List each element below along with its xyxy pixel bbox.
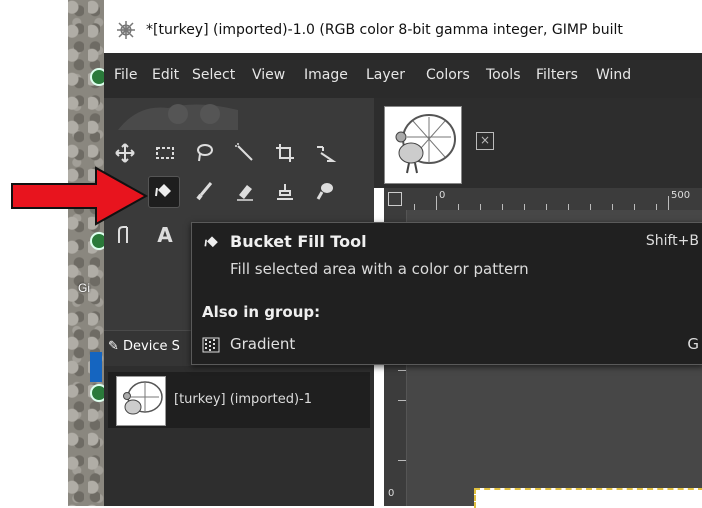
rect-select-tool-button[interactable] <box>150 138 180 168</box>
image-tab-thumbnail[interactable] <box>384 106 462 184</box>
image-thumbnail <box>116 376 166 426</box>
ruler-label: 0 <box>439 190 446 201</box>
clone-stamp-icon <box>277 184 293 200</box>
clone-tool-button[interactable] <box>270 176 300 206</box>
desktop-background: Gi <box>68 0 108 506</box>
menubar: File Edit Select View Image Layer Colors… <box>104 53 702 98</box>
tooltip-title: Bucket Fill Tool <box>230 232 367 251</box>
desktop-app-icon[interactable] <box>90 352 102 382</box>
tooltip-group-item-shortcut: G <box>687 335 699 353</box>
navigate-icon[interactable] <box>388 192 402 206</box>
menu-edit[interactable]: Edit <box>152 67 179 83</box>
gimp-app-icon <box>117 21 135 39</box>
tooltip-description: Fill selected area with a color or patte… <box>230 260 529 278</box>
turkey-thumbnail-icon <box>123 381 163 415</box>
text-icon: A <box>157 223 173 247</box>
smudge-icon <box>316 183 333 200</box>
menu-view[interactable]: View <box>252 67 285 83</box>
tooltip-group-item: Gradient <box>230 335 296 353</box>
paintbrush-tool-button[interactable] <box>190 176 220 206</box>
window-titlebar[interactable]: *[turkey] (imported)-1.0 (RGB color 8-bi… <box>104 10 702 53</box>
menu-select[interactable]: Select <box>192 67 235 83</box>
ruler-tick <box>398 460 406 461</box>
bucket-fill-tool-button[interactable] <box>148 176 180 208</box>
image-tab-bar: × <box>374 98 702 188</box>
menu-layer[interactable]: Layer <box>366 67 405 83</box>
ruler-tick <box>436 196 437 210</box>
paintbrush-icon <box>196 182 213 201</box>
list-item[interactable]: [turkey] (imported)-1 <box>108 372 370 428</box>
desktop-icon-label: Gi <box>78 281 90 295</box>
image-area[interactable] <box>474 488 702 508</box>
tooltip-shortcut: Shift+B <box>645 233 699 249</box>
eraser-icon <box>237 185 253 201</box>
unified-transform-icon <box>317 146 337 162</box>
device-status-tab[interactable]: ✎ Device S <box>108 339 180 354</box>
ruler-tick <box>668 196 669 210</box>
horizontal-ruler: 0 500 <box>384 188 702 211</box>
wilber-logo-icon <box>118 104 238 130</box>
gradient-icon <box>202 337 220 353</box>
move-tool-button[interactable] <box>110 138 140 168</box>
ruler-tick <box>398 370 406 371</box>
menu-colors[interactable]: Colors <box>426 67 470 83</box>
ruler-tick <box>398 400 406 401</box>
magic-wand-icon <box>235 143 253 161</box>
menu-tools[interactable]: Tools <box>486 67 521 83</box>
paths-icon <box>118 226 128 243</box>
menu-windows[interactable]: Wind <box>596 67 631 83</box>
image-list-label: [turkey] (imported)-1 <box>174 392 312 407</box>
smudge-tool-button[interactable] <box>310 176 340 206</box>
pen-icon: ✎ <box>108 339 119 354</box>
menu-file[interactable]: File <box>114 67 137 83</box>
eraser-tool-button[interactable] <box>230 176 260 206</box>
transform-tool-button[interactable] <box>310 138 340 168</box>
bucket-fill-icon <box>204 236 218 248</box>
red-arrow-annotation <box>11 166 149 226</box>
menu-image[interactable]: Image <box>304 67 348 83</box>
crop-icon <box>276 144 294 162</box>
tool-tooltip: Bucket Fill Tool Shift+B Fill selected a… <box>191 222 702 365</box>
menu-filters[interactable]: Filters <box>536 67 578 83</box>
rectangle-select-icon <box>156 147 174 159</box>
images-panel: [turkey] (imported)-1 <box>104 366 374 506</box>
crop-tool-button[interactable] <box>270 138 300 168</box>
ruler-label: 0 <box>388 488 395 499</box>
bucket-fill-icon <box>155 184 171 197</box>
text-tool-button[interactable]: A <box>150 220 180 250</box>
fuzzy-select-tool-button[interactable] <box>230 138 260 168</box>
window-title: *[turkey] (imported)-1.0 (RGB color 8-bi… <box>146 22 623 38</box>
lasso-icon <box>197 144 213 162</box>
turkey-thumbnail-icon <box>395 114 456 174</box>
move-icon <box>115 143 135 163</box>
free-select-tool-button[interactable] <box>190 138 220 168</box>
close-tab-icon[interactable]: × <box>476 132 494 150</box>
device-status-tab-label: Device S <box>123 339 180 354</box>
tooltip-group-heading: Also in group: <box>202 303 321 321</box>
ruler-label: 500 <box>671 190 691 201</box>
